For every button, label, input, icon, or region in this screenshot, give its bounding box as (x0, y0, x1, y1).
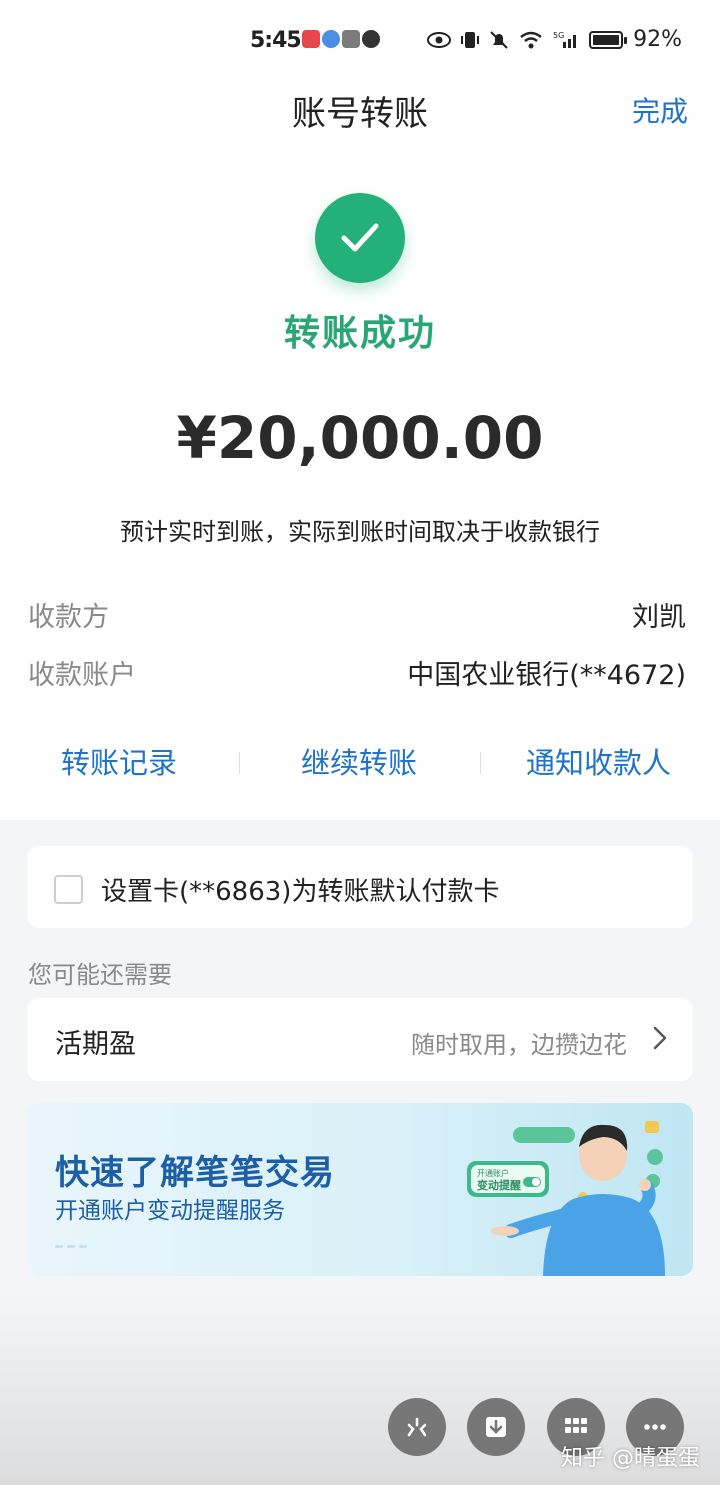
status-indicators: 5G 92% (427, 27, 682, 52)
banner-subtitle: 开通账户变动提醒服务 (55, 1198, 285, 1224)
banner-badge-line1: 开通账户 (477, 1168, 509, 1178)
scissors-icon (407, 1417, 427, 1437)
scissors-button[interactable] (388, 1398, 446, 1456)
cellular-signal-icon: 5G (553, 31, 577, 48)
done-button[interactable]: 完成 (632, 90, 688, 130)
banner-title: 快速了解笔笔交易 (55, 1153, 335, 1193)
eye-icon (427, 31, 452, 48)
banner-badge-line2: 变动提醒 (477, 1178, 521, 1192)
payee-name: 刘凯 (632, 601, 686, 633)
divider (480, 752, 481, 774)
battery-level (593, 34, 620, 45)
product-name: 活期盈 (55, 1029, 136, 1060)
payee-account-value: 中国农业银行(**4672) (407, 659, 686, 691)
svg-text:5G: 5G (553, 31, 564, 40)
notification-icons (302, 30, 380, 48)
success-check-icon (315, 193, 405, 283)
music-notification-icon (322, 30, 340, 48)
vibrate-icon (461, 31, 480, 48)
transfer-history-button[interactable]: 转账记录 (61, 740, 177, 782)
transfer-amount: ¥20,000.00 (176, 404, 544, 472)
default-card-option[interactable]: 设置卡(**6863)为转账默认付款卡 (27, 846, 693, 928)
more-icon (644, 1424, 666, 1430)
banner-pager (55, 1245, 87, 1248)
continue-transfer-button[interactable]: 继续转账 (301, 740, 417, 782)
mute-bell-icon (490, 30, 508, 49)
app-notification-icon (302, 30, 320, 48)
status-time: 5:45 (250, 28, 302, 53)
payee-account-row: 收款账户 中国农业银行(**4672) (28, 652, 686, 692)
transfer-status: 转账成功 (283, 313, 436, 354)
status-bar: 5:45 5G 92% (0, 0, 720, 80)
battery-icon (589, 30, 628, 49)
download-icon (486, 1417, 506, 1437)
payee-account-label: 收款账户 (28, 659, 136, 691)
recommend-section-title: 您可能还需要 (28, 961, 172, 989)
app-notification-icon (342, 30, 360, 48)
payee-label: 收款方 (28, 601, 109, 633)
page-title: 账号转账 (292, 94, 428, 134)
default-card-label: 设置卡(**6863)为转账默认付款卡 (101, 877, 500, 907)
product-card-huoqiying[interactable]: 活期盈 随时取用，边攒边花 (27, 998, 693, 1081)
divider (239, 752, 240, 774)
promo-illustration: 开通账户 变动提醒 (467, 1121, 665, 1276)
download-button[interactable] (467, 1398, 525, 1456)
message-notification-icon (362, 30, 380, 48)
grid-icon (565, 1418, 587, 1433)
battery-percent: 92% (633, 27, 682, 52)
product-description: 随时取用，边攒边花 (411, 1031, 627, 1059)
chevron-right-icon (653, 1026, 667, 1050)
wifi-icon (520, 31, 542, 48)
promo-banner[interactable]: 快速了解笔笔交易 开通账户变动提醒服务 开通账户 变动提醒 (27, 1103, 693, 1276)
default-card-checkbox[interactable] (54, 875, 83, 904)
watermark: 知乎 @晴蛋蛋 (561, 1446, 700, 1471)
action-bar: 转账记录 继续转账 通知收款人 (0, 740, 720, 784)
arrival-note: 预计实时到账，实际到账时间取决于收款银行 (120, 518, 600, 546)
notify-payee-button[interactable]: 通知收款人 (526, 740, 671, 782)
payee-row: 收款方 刘凯 (28, 594, 686, 634)
